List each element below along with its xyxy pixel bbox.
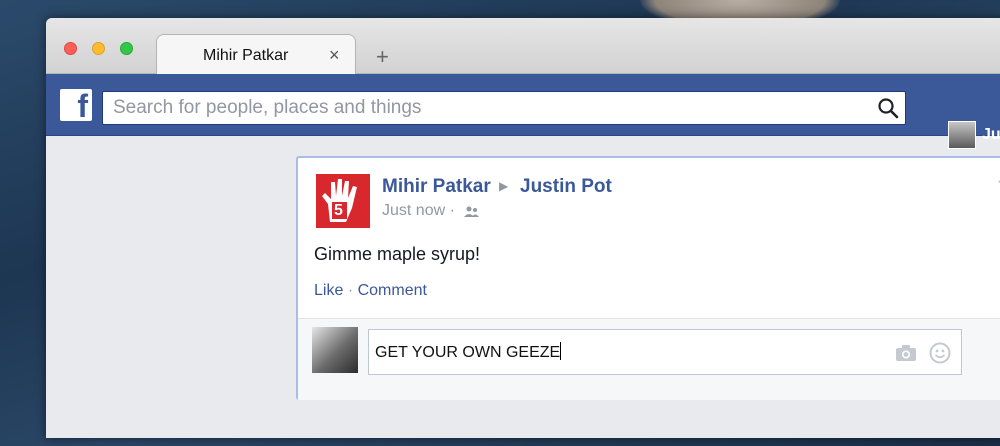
search-input[interactable] <box>103 92 863 124</box>
tab-title: Mihir Patkar <box>203 47 289 64</box>
like-link[interactable]: Like <box>314 282 343 299</box>
comment-link[interactable]: Comment <box>358 282 427 299</box>
commenter-avatar[interactable] <box>312 327 358 373</box>
facebook-logo[interactable]: f <box>60 88 92 124</box>
plus-icon[interactable]: + <box>376 46 389 68</box>
author-avatar[interactable]: 5 <box>316 174 370 228</box>
browser-tab[interactable]: Mihir Patkar × <box>156 34 356 75</box>
user-avatar[interactable] <box>948 121 976 149</box>
camera-icon[interactable] <box>895 344 917 362</box>
post-author-link[interactable]: Mihir Patkar <box>382 176 491 198</box>
user-name[interactable]: Ju <box>982 126 1000 144</box>
browser-titlebar: Mihir Patkar × + <box>46 18 1000 75</box>
facebook-logo-letter: f <box>77 88 88 124</box>
comment-composer: GET YOUR OWN GEEZE <box>298 318 1000 400</box>
hand-logo-icon <box>322 179 357 222</box>
post-timestamp[interactable]: Just now · <box>382 202 455 220</box>
window-close-button[interactable] <box>64 42 77 55</box>
comment-input[interactable]: GET YOUR OWN GEEZE <box>368 329 962 375</box>
smiley-icon[interactable] <box>929 342 951 364</box>
close-icon[interactable]: × <box>329 45 340 66</box>
window-maximize-button[interactable] <box>120 42 133 55</box>
window-minimize-button[interactable] <box>92 42 105 55</box>
post-card: 5 Mihir Patkar ▶ Justin Pot Just now · G… <box>296 156 1000 400</box>
actions-separator: · <box>347 282 354 299</box>
text-caret <box>560 342 562 360</box>
search-icon[interactable] <box>877 97 899 119</box>
audience-icon[interactable] <box>464 206 480 218</box>
avatar-number: 5 <box>334 202 343 219</box>
comment-draft: GET YOUR OWN GEEZE <box>375 342 562 361</box>
post-actions: Like · Comment <box>314 282 427 300</box>
post-text: Gimme maple syrup! <box>314 244 481 264</box>
post-target-link[interactable]: Justin Pot <box>520 176 612 198</box>
arrow-right-icon: ▶ <box>499 179 509 193</box>
facebook-top-bar: f Ju <box>46 74 1000 149</box>
browser-window: Mihir Patkar × + f Ju 5 Mihir Patkar ▶ <box>46 18 1000 438</box>
search-bar <box>102 91 906 125</box>
